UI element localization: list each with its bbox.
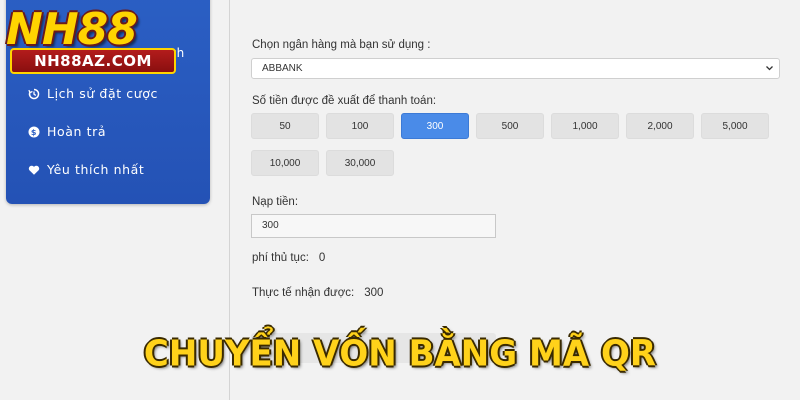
sidebar-item-favorites[interactable]: Yêu thích nhất <box>28 162 144 177</box>
sidebar-item-refund[interactable]: $ Hoàn trả <box>28 124 106 139</box>
amount-button-50[interactable]: 50 <box>251 113 319 139</box>
refund-icon: $ <box>28 126 40 138</box>
promo-banner-title: CHUYỂN VỐN BẰNG MÃ QR <box>143 333 657 375</box>
amount-button-5000[interactable]: 5,000 <box>701 113 769 139</box>
fee-value: 0 <box>318 252 326 264</box>
amount-button-2000[interactable]: 2,000 <box>626 113 694 139</box>
deposit-label: Nạp tiền: <box>252 196 299 208</box>
amount-button-10000[interactable]: 10,000 <box>251 150 319 176</box>
bank-select-label: Chọn ngân hàng mà bạn sử dụng : <box>252 39 431 51</box>
svg-text:$: $ <box>31 128 37 137</box>
sidebar-item-label: Hoàn trả <box>47 124 107 139</box>
amount-button-1000[interactable]: 1,000 <box>551 113 619 139</box>
sidebar-item-label: Yêu thích nhất <box>47 162 145 177</box>
fee-row: phí thủ tục: 0 <box>252 252 325 264</box>
logo-sub-text: NH88AZ.COM <box>10 48 176 74</box>
history-icon <box>28 88 40 100</box>
sidebar-item-label: Lịch sử đặt cược <box>47 86 158 101</box>
sidebar-item-bet-history[interactable]: Lịch sử đặt cược <box>28 86 158 101</box>
received-row: Thực tế nhận được: 300 <box>252 287 383 299</box>
received-label: Thực tế nhận được: <box>252 287 355 299</box>
deposit-amount-input[interactable]: 300 <box>251 214 496 238</box>
received-value: 300 <box>364 287 384 299</box>
amount-button-100[interactable]: 100 <box>326 113 394 139</box>
fee-label: phí thủ tục: <box>252 252 309 264</box>
suggested-amount-label: Số tiền được đề xuất để thanh toán: <box>252 95 437 107</box>
heart-icon <box>28 164 40 176</box>
bank-select-value: ABBANK <box>262 63 303 74</box>
amount-button-500[interactable]: 500 <box>476 113 544 139</box>
amount-button-300[interactable]: 300 <box>401 113 469 139</box>
chevron-down-icon <box>765 59 774 85</box>
brand-logo: NH88 NH88AZ.COM <box>4 4 180 74</box>
bank-select[interactable]: ABBANK <box>251 58 780 79</box>
amount-button-30000[interactable]: 30,000 <box>326 150 394 176</box>
